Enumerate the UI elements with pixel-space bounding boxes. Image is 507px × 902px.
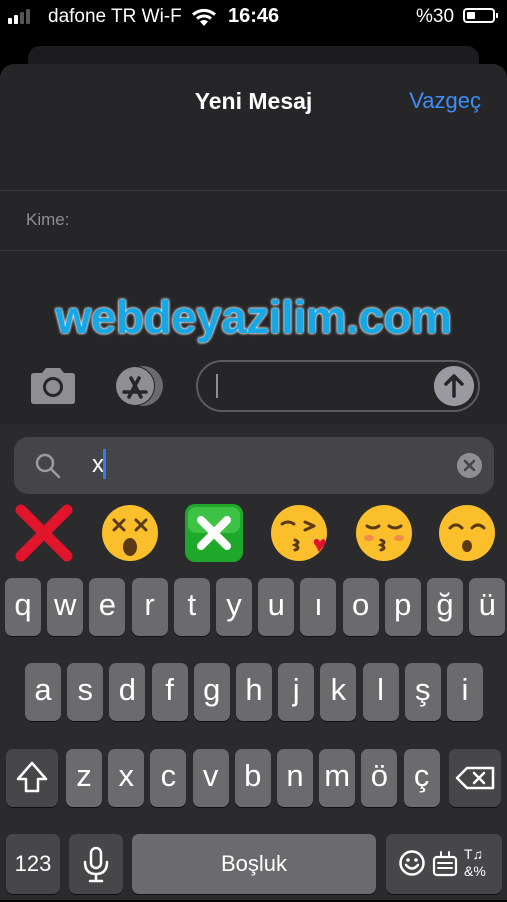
- key-ş[interactable]: ş: [404, 663, 441, 721]
- key-ğ[interactable]: ğ: [427, 578, 463, 636]
- battery-icon: [463, 8, 498, 23]
- space-key[interactable]: Boşluk: [132, 834, 376, 894]
- emoji-symbols-key[interactable]: T♫ &%: [386, 834, 502, 894]
- emoji-icon[interactable]: [398, 849, 426, 877]
- carrier-name: dafone TR Wi-F: [48, 6, 182, 27]
- key-m[interactable]: m: [319, 749, 356, 807]
- key-x[interactable]: x: [108, 749, 145, 807]
- sticker-icon[interactable]: [432, 849, 458, 877]
- key-w[interactable]: w: [47, 578, 84, 636]
- clock: 16:46: [228, 5, 280, 27]
- key-r[interactable]: r: [131, 578, 168, 636]
- wifi-icon: [192, 8, 216, 26]
- search-icon: [35, 453, 61, 479]
- key-v[interactable]: v: [192, 749, 229, 807]
- key-p[interactable]: p: [384, 578, 421, 636]
- key-i[interactable]: i: [447, 663, 483, 721]
- key-n[interactable]: n: [277, 749, 313, 807]
- cross-mark-emoji[interactable]: [13, 502, 75, 564]
- divider: [0, 250, 507, 251]
- recipient-field[interactable]: Kime:: [26, 210, 69, 230]
- microphone-key[interactable]: [69, 834, 123, 894]
- message-input[interactable]: [196, 360, 480, 412]
- divider: [0, 190, 507, 191]
- camera-icon[interactable]: [27, 364, 79, 408]
- key-y[interactable]: y: [216, 578, 252, 636]
- delete-key[interactable]: [449, 749, 501, 807]
- emoji-search-field[interactable]: x: [14, 437, 494, 494]
- key-f[interactable]: f: [151, 663, 188, 721]
- text-caret: [216, 374, 218, 398]
- dizzy-face-emoji[interactable]: [99, 502, 161, 564]
- shift-key[interactable]: [6, 749, 58, 807]
- key-l[interactable]: l: [362, 663, 399, 721]
- key-d[interactable]: d: [109, 663, 146, 721]
- clear-icon[interactable]: [457, 453, 482, 478]
- key-a[interactable]: a: [25, 663, 61, 721]
- symbols-icon[interactable]: T♫ &%: [464, 846, 494, 880]
- shift-icon: [16, 761, 48, 793]
- watermark: webdeyazilim.com: [55, 291, 452, 343]
- key-ö[interactable]: ö: [361, 749, 398, 807]
- numbers-key[interactable]: 123: [6, 834, 60, 894]
- key-q[interactable]: q: [5, 578, 41, 636]
- face-blowing-kiss-emoji[interactable]: [268, 502, 330, 564]
- key-k[interactable]: k: [320, 663, 357, 721]
- cross-mark-button-emoji[interactable]: [183, 502, 245, 564]
- battery-percentage: %30: [416, 6, 455, 27]
- send-arrow-icon[interactable]: [434, 366, 474, 406]
- key-u[interactable]: u: [258, 578, 295, 636]
- key-t[interactable]: t: [173, 578, 210, 636]
- kissing-face-smiling-eyes-emoji[interactable]: [436, 502, 498, 564]
- key-z[interactable]: z: [66, 749, 102, 807]
- status-bar: dafone TR Wi-F 16:46 %30: [0, 0, 507, 34]
- keyboard: [0, 424, 507, 900]
- key-j[interactable]: j: [278, 663, 315, 721]
- key-h[interactable]: h: [236, 663, 272, 721]
- cellular-signal-icon: [8, 8, 30, 24]
- key-c[interactable]: c: [150, 749, 187, 807]
- kissing-face-closed-eyes-emoji[interactable]: [353, 502, 415, 564]
- app-store-icon[interactable]: [111, 364, 169, 408]
- microphone-icon: [83, 846, 109, 883]
- search-caret: [103, 449, 106, 479]
- key-ü[interactable]: ü: [469, 578, 506, 636]
- delete-icon: [455, 766, 495, 790]
- key-e[interactable]: e: [89, 578, 126, 636]
- key-g[interactable]: g: [193, 663, 230, 721]
- key-ı[interactable]: ı: [300, 578, 337, 636]
- key-ç[interactable]: ç: [403, 749, 440, 807]
- key-b[interactable]: b: [234, 749, 271, 807]
- cancel-button[interactable]: Vazgeç: [409, 88, 481, 114]
- key-o[interactable]: o: [342, 578, 379, 636]
- key-s[interactable]: s: [67, 663, 104, 721]
